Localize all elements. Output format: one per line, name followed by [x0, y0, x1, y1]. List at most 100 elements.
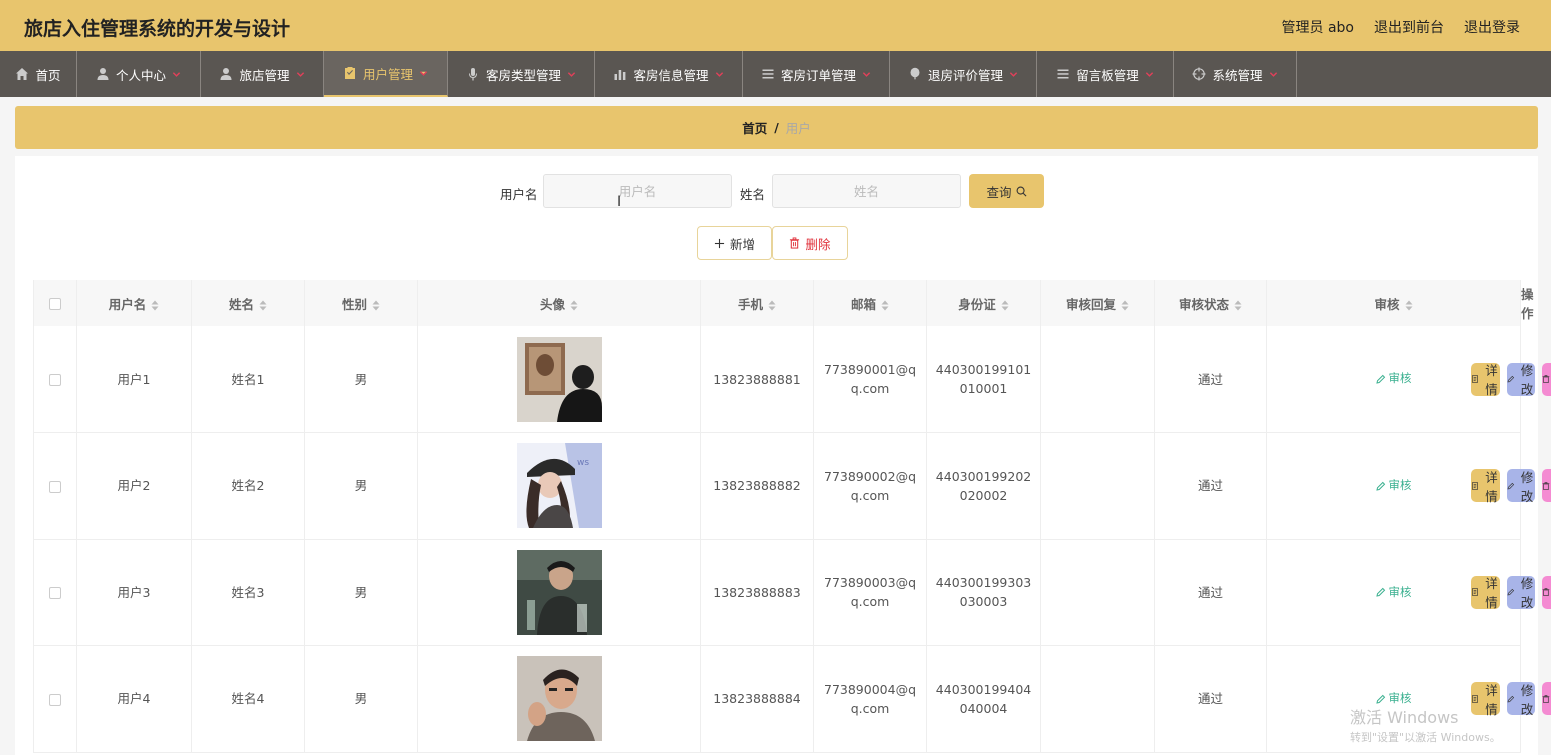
chevron-down-icon — [1269, 71, 1277, 77]
column-header-label: 用户名 — [108, 296, 147, 312]
nav-item-3[interactable]: 用户管理 — [324, 51, 448, 97]
trash-icon — [790, 237, 800, 249]
balloon-icon — [910, 67, 920, 80]
trash-icon — [1542, 694, 1550, 703]
name-cell: 姓名1 — [191, 326, 305, 433]
row-checkbox[interactable] — [49, 374, 61, 386]
audit-link[interactable]: 审核 — [1375, 583, 1412, 602]
avatar-cell — [417, 645, 702, 753]
detail-button[interactable]: 详情 — [1471, 575, 1500, 610]
edit-pen-icon — [1375, 481, 1385, 491]
edit-button[interactable]: 修改 — [1506, 682, 1536, 717]
edit-pen-icon — [1507, 589, 1514, 596]
audit-status-cell: 通过 — [1154, 539, 1268, 646]
nav-item-0[interactable]: 首页 — [0, 51, 77, 97]
audit-link[interactable]: 审核 — [1375, 369, 1412, 388]
exit-to-front-link[interactable]: 退出到前台 — [1374, 17, 1444, 37]
trash-icon — [1542, 375, 1550, 383]
breadcrumb: 首页 / 用户 — [15, 106, 1538, 149]
column-header-5[interactable]: 邮箱 — [813, 280, 928, 326]
admin-user-link[interactable]: 管理员 abo — [1282, 17, 1354, 37]
edit-button[interactable]: 修改 — [1506, 362, 1536, 397]
batch-delete-button[interactable]: 删除 — [772, 226, 848, 260]
name-cell: 姓名4 — [191, 645, 305, 753]
add-button[interactable]: 新增 — [697, 226, 772, 260]
query-button[interactable]: 查询 — [969, 174, 1044, 208]
column-header-3[interactable]: 头像 — [417, 280, 702, 326]
name-input[interactable] — [772, 174, 961, 208]
audit-label: 审核 — [1388, 478, 1412, 492]
list-icon — [1057, 69, 1069, 79]
nav-item-5[interactable]: 客房信息管理 — [595, 51, 743, 97]
column-header-1[interactable]: 姓名 — [191, 280, 305, 326]
logout-link[interactable]: 退出登录 — [1464, 17, 1520, 37]
email-cell: 773890002@qq.com — [813, 432, 928, 540]
batch-delete-label: 删除 — [805, 236, 831, 252]
nav-item-9[interactable]: 系统管理 — [1174, 51, 1297, 97]
plus-icon — [714, 238, 725, 248]
row-checkbox[interactable] — [49, 480, 61, 493]
row-checkbox[interactable] — [49, 587, 61, 600]
column-header-label: 身份证 — [958, 296, 996, 312]
column-header-8[interactable]: 审核状态 — [1154, 280, 1268, 326]
edit-pen-icon — [1375, 374, 1385, 384]
gender-cell: 男 — [304, 539, 418, 646]
column-header-2[interactable]: 性别 — [304, 280, 418, 326]
column-header-label: 姓名 — [228, 296, 254, 312]
detail-button[interactable]: 详情 — [1471, 362, 1500, 397]
delete-button[interactable]: 删除 — [1542, 469, 1551, 503]
column-header-label: 操作 — [1521, 287, 1534, 321]
phone-cell: 13823888884 — [700, 645, 815, 753]
sort-icon — [768, 300, 776, 310]
username-input[interactable] — [543, 174, 732, 208]
breadcrumb-home[interactable]: 首页 — [742, 118, 767, 137]
edit-label: 修改 — [1520, 363, 1534, 397]
delete-button[interactable]: 删除 — [1542, 362, 1551, 396]
delete-button[interactable]: 删除 — [1542, 682, 1551, 716]
nav-item-2[interactable]: 旅店管理 — [201, 51, 324, 97]
delete-button[interactable]: 删除 — [1542, 575, 1551, 609]
main-panel: 用户名 姓名 查询 新增 删除 用户名姓名性别头像手机邮箱身份证审核回复审核状态… — [15, 156, 1551, 755]
column-header-6[interactable]: 身份证 — [926, 280, 1042, 326]
nav-item-7[interactable]: 退房评价管理 — [890, 51, 1037, 97]
audit-status-cell: 通过 — [1154, 326, 1268, 433]
nav-item-1[interactable]: 个人中心 — [77, 51, 201, 97]
header-links: 管理员 abo 退出到前台 退出登录 — [1282, 17, 1520, 37]
username-label: 用户名 — [500, 187, 538, 202]
sort-icon — [1234, 300, 1242, 310]
sort-icon — [1001, 300, 1009, 310]
breadcrumb-separator: / — [774, 120, 779, 135]
column-header-9[interactable]: 审核 — [1266, 280, 1522, 326]
edit-button[interactable]: 修改 — [1506, 469, 1536, 504]
nav-item-label: 系统管理 — [1212, 67, 1263, 83]
column-header-4[interactable]: 手机 — [700, 280, 815, 326]
avatar-cell — [417, 326, 702, 433]
nav-item-label: 用户管理 — [362, 66, 413, 82]
avatar-image — [516, 656, 602, 742]
table-row: 用户4 姓名4 男 13823888884 773890004@qq.com 440300… — [33, 645, 1551, 753]
audit-link[interactable]: 审核 — [1375, 476, 1412, 495]
table-body: 用户1 姓名1 男 13823888881 773890001@qq.com 440300… — [33, 326, 1551, 753]
select-all-checkbox[interactable] — [49, 298, 61, 310]
nav-item-6[interactable]: 客房订单管理 — [743, 51, 890, 97]
nav-item-4[interactable]: 客房类型管理 — [448, 51, 595, 97]
column-header-7[interactable]: 审核回复 — [1040, 280, 1156, 326]
column-header-0[interactable]: 用户名 — [76, 280, 192, 326]
chevron-down-icon — [296, 71, 304, 77]
detail-button[interactable]: 详情 — [1471, 469, 1500, 504]
phone-cell: 13823888882 — [700, 432, 815, 540]
name-cell: 姓名3 — [191, 539, 305, 646]
email-cell: 773890004@qq.com — [813, 645, 928, 753]
row-checkbox[interactable] — [49, 693, 61, 706]
text-cursor-icon: I — [617, 194, 622, 210]
chevron-down-icon — [715, 71, 723, 77]
row-select-cell — [33, 539, 77, 646]
sort-icon — [570, 300, 578, 310]
edit-label: 修改 — [1520, 682, 1534, 717]
sort-icon — [881, 300, 889, 310]
phone-cell: 13823888881 — [700, 326, 815, 433]
trash-icon — [1542, 588, 1550, 597]
edit-button[interactable]: 修改 — [1506, 575, 1536, 610]
nav-item-8[interactable]: 留言板管理 — [1037, 51, 1174, 97]
name-label: 姓名 — [740, 187, 766, 202]
